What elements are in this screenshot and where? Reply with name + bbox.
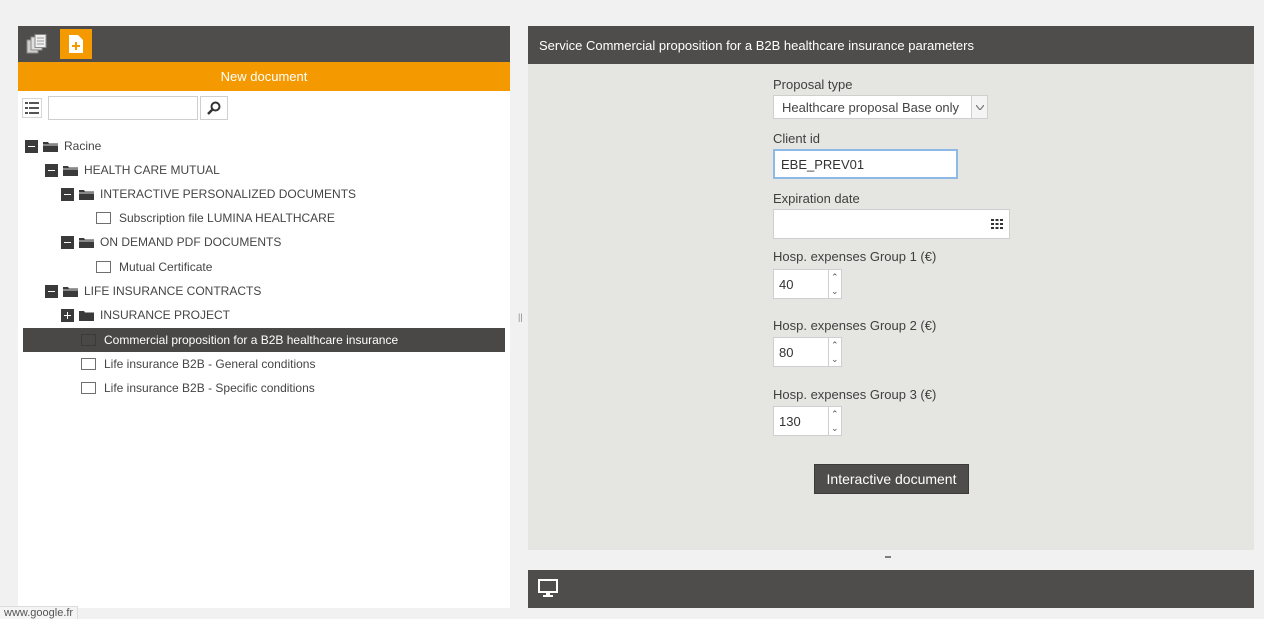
client-id-label: Client id (773, 131, 820, 146)
tree-node-commercial-proposition[interactable]: Commercial proposition for a B2B healthc… (23, 328, 505, 352)
new-document-bar[interactable]: New document (18, 62, 510, 91)
hosp-group-3-stepper[interactable]: ⌃ ⌄ (828, 406, 842, 436)
document-icon (81, 358, 96, 370)
tree-node-insurance-project[interactable]: INSURANCE PROJECT (61, 303, 230, 327)
expiration-date-label: Expiration date (773, 191, 860, 206)
tree-node-on-demand-pdf[interactable]: ON DEMAND PDF DOCUMENTS (61, 230, 281, 254)
document-icon (81, 382, 96, 394)
collapse-icon[interactable] (25, 139, 38, 153)
calendar-icon[interactable] (984, 209, 1010, 239)
client-id-input[interactable] (773, 149, 958, 179)
status-bar-url: www.google.fr (0, 606, 79, 619)
preview-bar (528, 570, 1254, 608)
document-icon (96, 261, 111, 273)
stepper-up-icon[interactable]: ⌃ (831, 341, 839, 350)
tree-node-label: Racine (64, 139, 102, 153)
folder-icon (43, 141, 58, 152)
parameters-header: Service Commercial proposition for a B2B… (528, 26, 1254, 64)
navigation-panel: New document Racine HEALTH CARE MUTUAL I… (18, 26, 510, 608)
tree-node-label: Life insurance B2B - General conditions (104, 357, 316, 371)
document-icon (81, 334, 96, 346)
expand-icon[interactable] (61, 308, 74, 322)
hosp-group-2-input[interactable] (773, 337, 829, 367)
hosp-group-3-input[interactable] (773, 406, 829, 436)
hosp-group-2-label: Hosp. expenses Group 2 (€) (773, 318, 937, 333)
tree-node-specific-conditions[interactable]: Life insurance B2B - Specific conditions (81, 376, 315, 400)
tree-node-subscription-file[interactable]: Subscription file LUMINA HEALTHCARE (96, 206, 335, 230)
search-input[interactable] (48, 96, 198, 120)
resize-handle[interactable] (885, 556, 891, 558)
tree-node-mutual-certificate[interactable]: Mutual Certificate (96, 255, 212, 279)
proposal-type-label: Proposal type (773, 77, 853, 92)
hosp-group-1-label: Hosp. expenses Group 1 (€) (773, 249, 937, 264)
tree-node-label: Mutual Certificate (119, 260, 213, 274)
hosp-group-2-stepper[interactable]: ⌃ ⌄ (828, 337, 842, 367)
documents-icon[interactable] (22, 29, 52, 59)
tree-node-label: Subscription file LUMINA HEALTHCARE (119, 211, 335, 225)
folder-icon (79, 310, 94, 321)
document-icon (96, 212, 111, 224)
monitor-icon[interactable] (538, 579, 558, 603)
tree-node-racine[interactable]: Racine (25, 134, 101, 158)
collapse-icon[interactable] (45, 284, 58, 298)
parameters-form-area: Proposal type Healthcare proposal Base o… (528, 64, 1254, 550)
folder-icon (63, 165, 78, 176)
folder-icon (79, 189, 94, 200)
hosp-group-3-label: Hosp. expenses Group 3 (€) (773, 387, 937, 402)
tree-node-label: LIFE INSURANCE CONTRACTS (84, 284, 262, 298)
parameters-title: Service Commercial proposition for a B2B… (539, 37, 974, 53)
hosp-group-1-stepper[interactable]: ⌃ ⌄ (828, 269, 842, 299)
stepper-down-icon[interactable]: ⌄ (831, 287, 839, 296)
tree-node-general-conditions[interactable]: Life insurance B2B - General conditions (81, 352, 315, 376)
tree-node-label: INTERACTIVE PERSONALIZED DOCUMENTS (100, 187, 357, 201)
tree-node-label: Commercial proposition for a B2B healthc… (104, 333, 399, 347)
tree-node-label: INSURANCE PROJECT (100, 308, 231, 322)
tree-node-life-insurance[interactable]: LIFE INSURANCE CONTRACTS (45, 279, 261, 303)
list-icon[interactable] (22, 98, 42, 118)
stepper-up-icon[interactable]: ⌃ (831, 410, 839, 419)
new-document-icon[interactable] (60, 29, 92, 59)
hosp-group-1-input[interactable] (773, 269, 829, 299)
search-icon[interactable] (200, 96, 228, 120)
tree-node-label: ON DEMAND PDF DOCUMENTS (100, 235, 282, 249)
proposal-type-value: Healthcare proposal Base only (782, 99, 960, 115)
folder-icon (79, 237, 94, 248)
stepper-up-icon[interactable]: ⌃ (831, 273, 839, 282)
left-panel-header (18, 26, 510, 62)
collapse-icon[interactable] (61, 187, 74, 201)
stepper-down-icon[interactable]: ⌄ (831, 355, 839, 364)
tree-node-label: Life insurance B2B - Specific conditions (104, 381, 315, 395)
interactive-document-button[interactable]: Interactive document (814, 464, 969, 494)
collapse-icon[interactable] (45, 163, 58, 177)
stepper-down-icon[interactable]: ⌄ (831, 424, 839, 433)
panel-splitter[interactable]: || (518, 312, 523, 322)
chevron-down-icon[interactable] (971, 96, 987, 118)
search-row (18, 91, 510, 125)
tree-node-health-care-mutual[interactable]: HEALTH CARE MUTUAL (45, 158, 220, 182)
tree-node-label: HEALTH CARE MUTUAL (84, 163, 220, 177)
proposal-type-select[interactable]: Healthcare proposal Base only (773, 95, 988, 119)
folder-icon (63, 286, 78, 297)
expiration-date-input[interactable] (773, 209, 985, 239)
tree-node-interactive-documents[interactable]: INTERACTIVE PERSONALIZED DOCUMENTS (61, 182, 356, 206)
collapse-icon[interactable] (61, 235, 74, 249)
